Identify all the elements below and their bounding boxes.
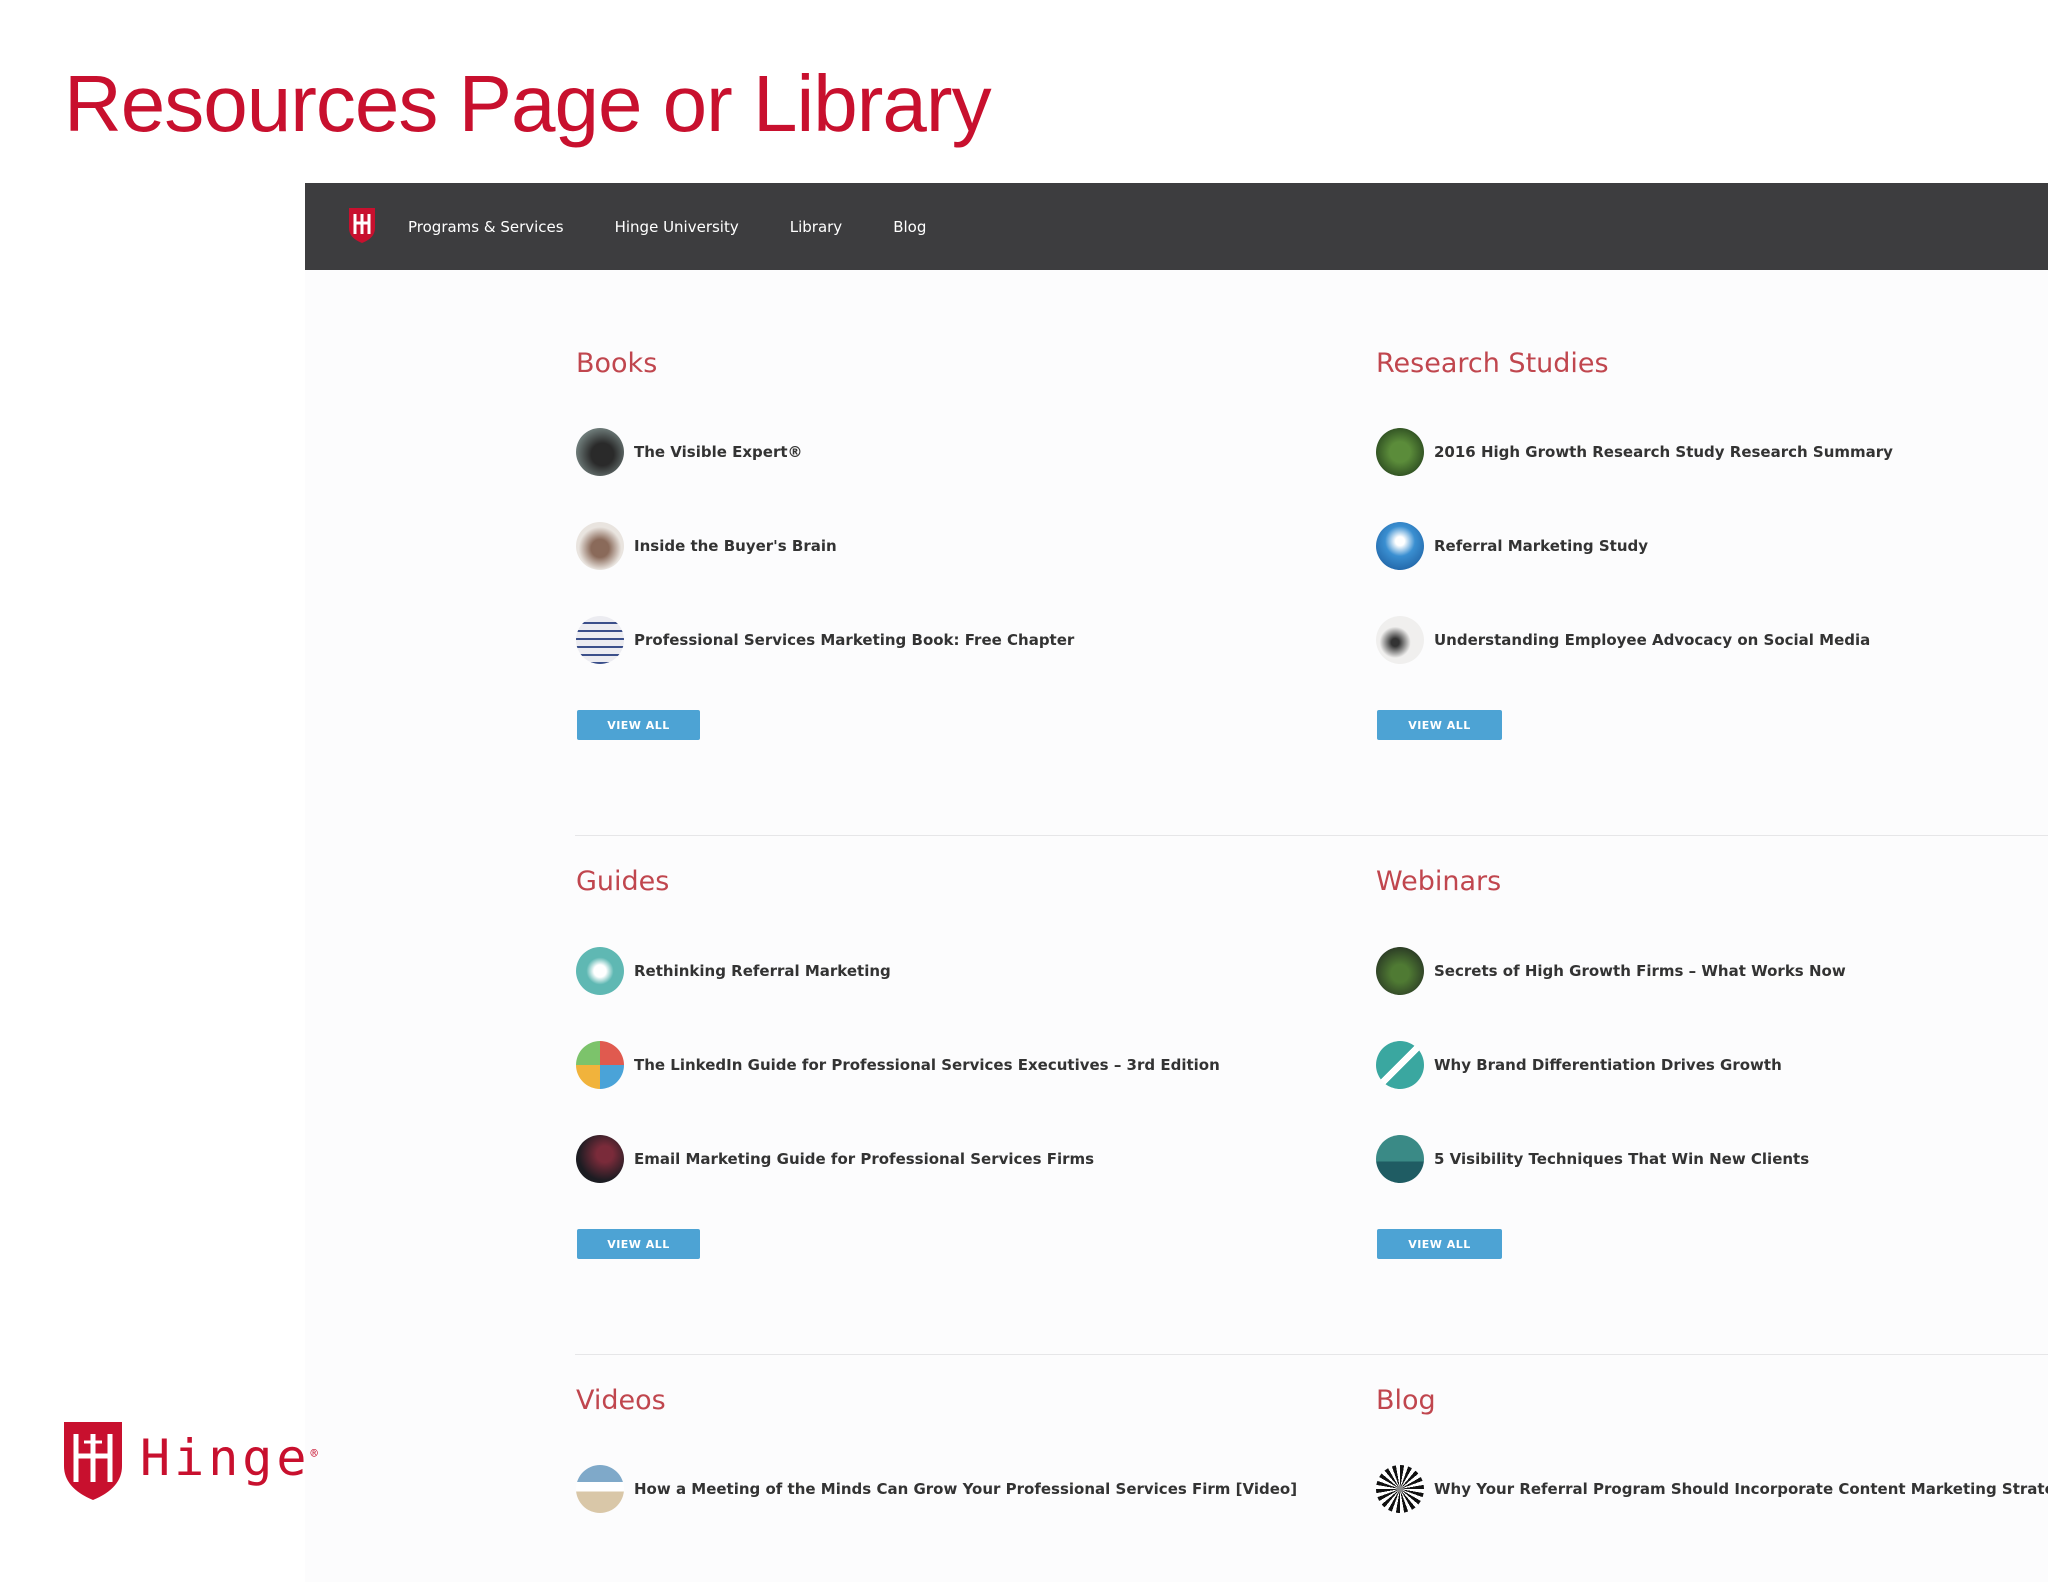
resource-item[interactable]: The LinkedIn Guide for Professional Serv… — [576, 1040, 1220, 1090]
resource-item-label: Secrets of High Growth Firms – What Work… — [1434, 962, 1846, 980]
resource-item-label: 5 Visibility Techniques That Win New Cli… — [1434, 1150, 1810, 1168]
section-title-blog: Blog — [1376, 1385, 1436, 1416]
resource-item[interactable]: Referral Marketing Study — [1376, 521, 1648, 571]
brand-name: Hinge — [140, 1429, 311, 1487]
megaphone-thumbnail-icon — [576, 947, 624, 995]
nav-item-library[interactable]: Library — [790, 218, 842, 236]
resource-item[interactable]: Rethinking Referral Marketing — [576, 946, 891, 996]
book-cover-thumbnail-icon — [576, 616, 624, 664]
linkedin-guide-thumbnail-icon — [576, 1041, 624, 1089]
resource-item-label: Professional Services Marketing Book: Fr… — [634, 631, 1075, 649]
section-divider — [575, 1354, 2048, 1355]
resource-item-label: How a Meeting of the Minds Can Grow Your… — [634, 1480, 1298, 1498]
email-guide-thumbnail-icon — [576, 1135, 624, 1183]
resource-item[interactable]: 2016 High Growth Research Study Research… — [1376, 427, 1893, 477]
person-thumbnail-icon — [576, 428, 624, 476]
books-view-all-button[interactable]: VIEW ALL — [577, 710, 700, 740]
resource-item-label: Inside the Buyer's Brain — [634, 537, 837, 555]
resource-item[interactable]: Inside the Buyer's Brain — [576, 521, 837, 571]
resource-item-label: Rethinking Referral Marketing — [634, 962, 891, 980]
resource-item-label: Referral Marketing Study — [1434, 537, 1649, 555]
website-screenshot: Programs & Services Hinge University Lib… — [305, 183, 2048, 1582]
hinge-shield-icon — [64, 1422, 122, 1500]
registered-mark: ® — [310, 1446, 322, 1461]
resource-item-label: Understanding Employee Advocacy on Socia… — [1434, 631, 1871, 649]
resource-item-label: The Visible Expert® — [634, 443, 803, 461]
section-divider — [575, 835, 2048, 836]
video-thumbnail-icon — [576, 1465, 624, 1513]
nav-item-programs-services[interactable]: Programs & Services — [408, 218, 564, 236]
resource-item-label: Why Your Referral Program Should Incorpo… — [1434, 1480, 2048, 1498]
plant-thumbnail-icon — [1376, 947, 1424, 995]
hinge-logo-icon[interactable] — [347, 206, 377, 244]
hinge-brand: Hinge® — [60, 1418, 322, 1502]
resource-item[interactable]: The Visible Expert® — [576, 427, 803, 477]
nav-item-hinge-university[interactable]: Hinge University — [615, 218, 739, 236]
resource-item-label: Email Marketing Guide for Professional S… — [634, 1150, 1095, 1168]
resource-item[interactable]: Secrets of High Growth Firms – What Work… — [1376, 946, 1846, 996]
section-title-videos: Videos — [576, 1385, 666, 1416]
people-thumbnail-icon — [1376, 616, 1424, 664]
target-thumbnail-icon — [1376, 1465, 1424, 1513]
brain-thumbnail-icon — [576, 522, 624, 570]
resource-item[interactable]: 5 Visibility Techniques That Win New Cli… — [1376, 1134, 1809, 1184]
nav-item-blog[interactable]: Blog — [893, 218, 926, 236]
top-navbar: Programs & Services Hinge University Lib… — [305, 183, 2048, 270]
resource-item[interactable]: Why Brand Differentiation Drives Growth — [1376, 1040, 1782, 1090]
brand-wordmark: Hinge® — [140, 1429, 322, 1487]
slide-title: Resources Page or Library — [64, 59, 992, 148]
research-view-all-button[interactable]: VIEW ALL — [1377, 710, 1502, 740]
resource-item[interactable]: Email Marketing Guide for Professional S… — [576, 1134, 1094, 1184]
resource-item-label: 2016 High Growth Research Study Research… — [1434, 443, 1893, 461]
resource-item[interactable]: Why Your Referral Program Should Incorpo… — [1376, 1464, 2048, 1514]
section-title-books: Books — [576, 348, 658, 379]
webinars-view-all-button[interactable]: VIEW ALL — [1377, 1229, 1502, 1259]
section-title-webinars: Webinars — [1376, 866, 1502, 897]
guides-view-all-button[interactable]: VIEW ALL — [577, 1229, 700, 1259]
resource-item-label: Why Brand Differentiation Drives Growth — [1434, 1056, 1782, 1074]
section-title-guides: Guides — [576, 866, 670, 897]
resource-item-label: The LinkedIn Guide for Professional Serv… — [634, 1056, 1220, 1074]
resource-item[interactable]: Understanding Employee Advocacy on Socia… — [1376, 615, 1870, 665]
resource-item[interactable]: How a Meeting of the Minds Can Grow Your… — [576, 1464, 1297, 1514]
network-thumbnail-icon — [1376, 522, 1424, 570]
resource-item[interactable]: Professional Services Marketing Book: Fr… — [576, 615, 1074, 665]
rocket-thumbnail-icon — [1376, 1041, 1424, 1089]
visibility-thumbnail-icon — [1376, 1135, 1424, 1183]
section-title-research-studies: Research Studies — [1376, 348, 1609, 379]
plant-thumbnail-icon — [1376, 428, 1424, 476]
